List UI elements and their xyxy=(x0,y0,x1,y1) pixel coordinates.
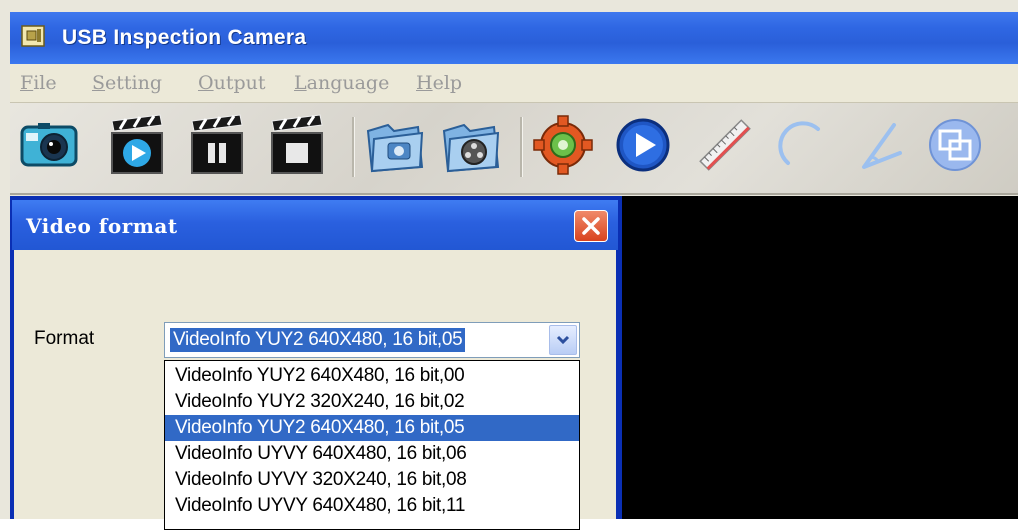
settings-gear-icon xyxy=(533,115,593,175)
format-option[interactable]: VideoInfo UYVY 640X480, 16 bit,11 xyxy=(165,493,579,519)
toolbar xyxy=(10,103,1018,195)
format-option-selected[interactable]: VideoInfo YUY2 640X480, 16 bit,05 xyxy=(165,415,579,441)
dialog-body: Format VideoInfo YUY2 640X480, 16 bit,05… xyxy=(14,250,616,530)
dialog-close-button[interactable] xyxy=(574,210,608,242)
camera-button[interactable] xyxy=(18,113,80,177)
close-icon xyxy=(582,217,600,235)
format-label: Format xyxy=(34,328,95,349)
open-video-folder-button[interactable] xyxy=(440,113,502,177)
format-select[interactable]: VideoInfo YUY2 640X480, 16 bit,05 xyxy=(164,322,580,358)
title-bar[interactable]: USB Inspection Camera xyxy=(10,12,1018,64)
window-title: USB Inspection Camera xyxy=(62,26,307,49)
format-option[interactable]: VideoInfo YUY2 640X480, 16 bit,00 xyxy=(165,363,579,389)
play-button[interactable] xyxy=(612,113,674,177)
menu-bar: File Setting Output Language Help xyxy=(10,64,1018,103)
overlay-button[interactable] xyxy=(924,113,986,177)
format-option[interactable]: VideoInfo UYVY 320X240, 16 bit,08 xyxy=(165,467,579,493)
camera-icon xyxy=(20,123,78,167)
menu-file[interactable]: File xyxy=(20,72,57,94)
record-play-button[interactable] xyxy=(106,113,168,177)
ruler-icon xyxy=(699,119,751,171)
format-option[interactable]: VideoInfo UYVY 640X480, 16 bit,06 xyxy=(165,441,579,467)
format-options-list[interactable]: VideoInfo YUY2 640X480, 16 bit,00 VideoI… xyxy=(164,360,580,530)
video-play-icon xyxy=(111,114,163,174)
dialog-title-bar[interactable]: Video format xyxy=(12,200,618,250)
angle-tool-button[interactable] xyxy=(848,113,910,177)
toolbar-separator xyxy=(352,117,355,177)
format-dropdown-button[interactable] xyxy=(549,325,577,355)
menu-output[interactable]: Output xyxy=(198,72,266,94)
photo-folder-icon xyxy=(366,123,424,173)
arc-icon xyxy=(778,121,820,165)
format-select-value: VideoInfo YUY2 640X480, 16 bit,05 xyxy=(170,328,466,352)
ruler-button[interactable] xyxy=(694,113,756,177)
format-option[interactable]: VideoInfo YUY2 320X240, 16 bit,02 xyxy=(165,389,579,415)
dialog-title: Video format xyxy=(26,214,178,238)
record-stop-button[interactable] xyxy=(266,113,328,177)
play-circle-icon xyxy=(616,118,670,172)
menu-language[interactable]: Language xyxy=(294,72,389,94)
open-photo-folder-button[interactable] xyxy=(364,113,426,177)
app-window: USB Inspection Camera File Setting Outpu… xyxy=(0,0,1018,530)
overlay-icon xyxy=(929,119,981,171)
video-preview-area[interactable] xyxy=(622,196,1018,519)
arc-tool-button[interactable] xyxy=(774,113,836,177)
angle-icon xyxy=(862,123,902,169)
video-pause-icon xyxy=(191,114,243,174)
menu-setting[interactable]: Setting xyxy=(92,72,162,94)
settings-button[interactable] xyxy=(532,113,594,177)
record-pause-button[interactable] xyxy=(186,113,248,177)
video-stop-icon xyxy=(271,114,323,174)
video-folder-icon xyxy=(442,123,500,173)
menu-help[interactable]: Help xyxy=(416,72,462,94)
app-camera-icon xyxy=(21,25,45,47)
toolbar-separator xyxy=(520,117,523,177)
chevron-down-icon xyxy=(556,335,570,345)
video-format-dialog: Video format Format VideoInfo YUY2 640X4… xyxy=(10,196,622,530)
